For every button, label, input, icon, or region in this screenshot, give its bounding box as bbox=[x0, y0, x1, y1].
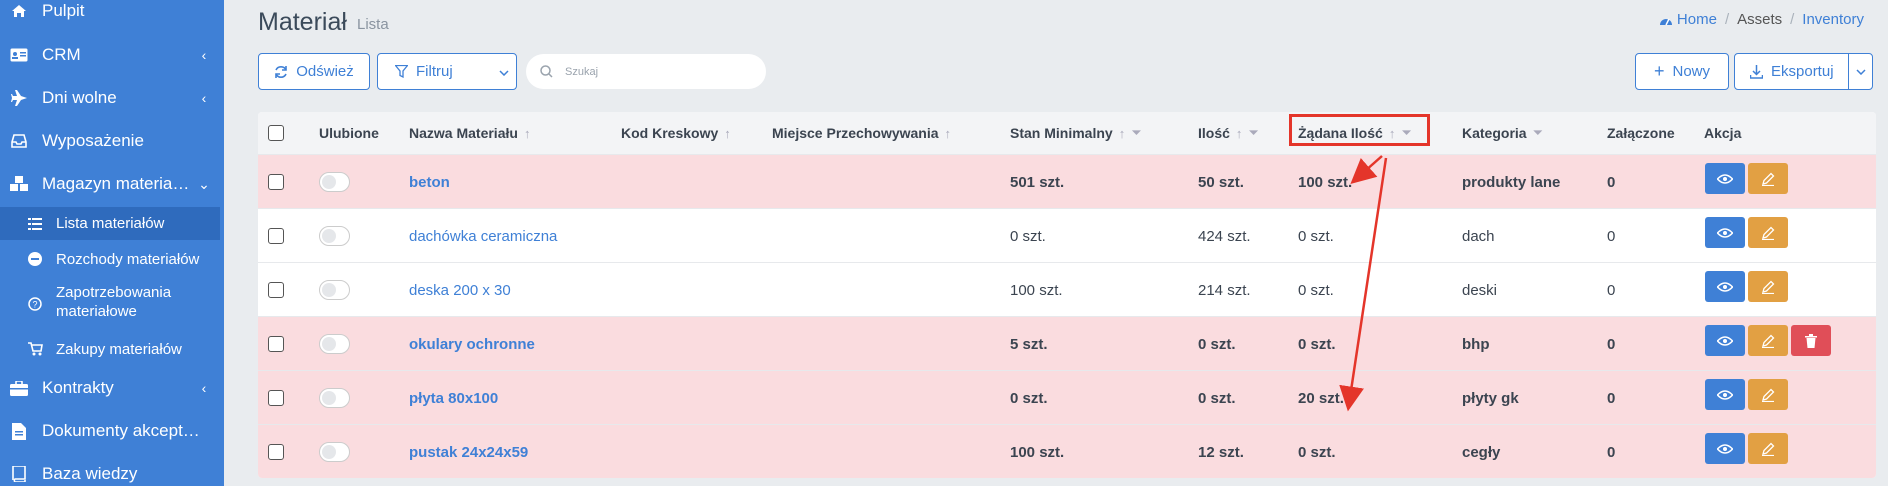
annotation-arrow bbox=[1339, 157, 1388, 412]
annotation-arrow bbox=[1350, 155, 1383, 184]
annotation-arrows bbox=[1339, 155, 1388, 412]
